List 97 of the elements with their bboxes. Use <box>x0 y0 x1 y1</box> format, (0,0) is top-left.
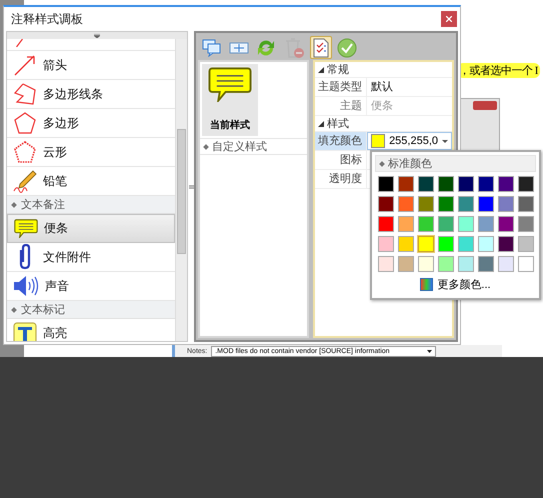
tile-label: 当前样式 <box>210 118 250 132</box>
bullet-icon <box>203 144 209 150</box>
apply-button[interactable] <box>335 36 360 59</box>
close-icon <box>446 16 452 22</box>
property-name: 主题类型 <box>315 78 368 96</box>
dropdown-arrow-icon <box>442 140 448 142</box>
color-swatch[interactable] <box>518 256 534 272</box>
color-swatch[interactable] <box>478 236 494 252</box>
group-label: 文本标记 <box>21 302 65 317</box>
color-swatch[interactable] <box>518 216 534 232</box>
color-swatch[interactable] <box>458 216 474 232</box>
speaker-icon <box>13 275 39 297</box>
property-name: 填充颜色 <box>315 132 368 150</box>
bullet-icon <box>379 160 385 166</box>
pentagon-icon <box>13 111 37 135</box>
polyline-icon <box>13 82 37 106</box>
color-swatch[interactable] <box>478 256 494 272</box>
color-swatch[interactable] <box>438 236 454 252</box>
window-title: 注释样式调板 <box>11 10 83 28</box>
collapse-icon[interactable] <box>94 34 100 38</box>
color-swatch[interactable] <box>378 216 394 232</box>
property-name: 主题 <box>315 97 368 115</box>
delete-icon <box>283 36 306 58</box>
color-swatch[interactable] <box>458 176 474 192</box>
color-swatch[interactable] <box>418 176 434 192</box>
scrollbar-thumb[interactable] <box>177 129 186 254</box>
color-swatch[interactable] <box>478 216 494 232</box>
scrollbar[interactable] <box>175 39 188 341</box>
checklist-icon <box>313 38 330 58</box>
dropdown-arrow-icon <box>427 350 432 352</box>
color-swatch[interactable] <box>418 256 434 272</box>
color-swatch[interactable] <box>478 176 494 192</box>
splitter-grip-icon[interactable] <box>188 184 194 188</box>
color-swatch[interactable] <box>438 216 454 232</box>
color-swatch[interactable] <box>418 216 434 232</box>
color-swatch[interactable] <box>498 216 514 232</box>
color-swatch[interactable] <box>438 196 454 212</box>
confirm-icon <box>337 38 358 58</box>
group-header[interactable]: 文本备注 <box>7 196 176 214</box>
color-swatch[interactable] <box>398 196 414 212</box>
color-swatch[interactable] <box>398 236 414 252</box>
style-list-item[interactable]: 便条 <box>7 214 176 243</box>
group-label: 自定义样式 <box>212 140 268 154</box>
color-swatch[interactable] <box>378 196 394 212</box>
color-swatch[interactable] <box>378 176 394 192</box>
pencil-icon <box>13 169 37 193</box>
color-swatch[interactable] <box>498 256 514 272</box>
color-swatch[interactable] <box>398 256 414 272</box>
color-swatch[interactable] <box>458 236 474 252</box>
color-swatch[interactable] <box>378 236 394 252</box>
property-name: 图标 <box>315 151 368 169</box>
style-list-button[interactable] <box>310 36 332 59</box>
color-swatch[interactable] <box>498 236 514 252</box>
color-swatch[interactable] <box>378 256 394 272</box>
group-label: 标准颜色 <box>388 156 432 171</box>
style-list-item[interactable]: 多边形 <box>7 109 176 138</box>
textbox-icon <box>229 40 250 54</box>
group-header[interactable]: 文本标记 <box>7 301 176 319</box>
property-value[interactable]: 默认 <box>367 78 394 96</box>
style-list-item[interactable]: 云形 <box>7 138 176 167</box>
more-colors-button[interactable]: 更多颜色... <box>418 276 493 293</box>
close-button[interactable] <box>441 11 457 27</box>
color-swatch[interactable] <box>518 196 534 212</box>
color-swatch[interactable] <box>458 196 474 212</box>
comments-icon <box>202 38 222 56</box>
color-swatch[interactable] <box>458 256 474 272</box>
section-label: 常规 <box>327 63 350 77</box>
color-swatch[interactable] <box>518 236 534 252</box>
text-icon <box>13 322 37 341</box>
color-swatch[interactable] <box>398 216 414 232</box>
color-swatch[interactable] <box>438 176 454 192</box>
color-swatch[interactable] <box>418 236 434 252</box>
group-label: 文本备注 <box>21 198 65 212</box>
color-swatch[interactable] <box>438 256 454 272</box>
note-icon <box>208 67 252 102</box>
caret-icon[interactable] <box>318 120 324 126</box>
palette-icon <box>420 278 434 291</box>
caret-icon[interactable] <box>318 66 324 72</box>
line-icon <box>16 39 23 47</box>
color-dropdown[interactable]: 255,255,0 <box>367 132 452 150</box>
group-header[interactable]: 自定义样式 <box>200 138 308 155</box>
color-swatch[interactable] <box>398 176 414 192</box>
style-list-item[interactable]: 文件附件 <box>7 243 176 272</box>
note-icon <box>14 218 38 238</box>
arrow-icon <box>13 53 37 77</box>
color-swatch[interactable] <box>518 176 534 192</box>
color-swatch[interactable] <box>418 196 434 212</box>
section-label: 样式 <box>327 117 350 131</box>
current-style-tile[interactable]: 当前样式 <box>202 64 258 136</box>
color-swatch[interactable] <box>498 176 514 192</box>
property-name: 透明度 <box>315 170 368 188</box>
bullet-icon <box>11 202 17 208</box>
bullet-icon <box>11 306 17 312</box>
color-swatch[interactable] <box>498 196 514 212</box>
cloud-icon <box>13 140 37 164</box>
refresh-icon <box>256 38 276 58</box>
color-swatch[interactable] <box>478 196 494 212</box>
